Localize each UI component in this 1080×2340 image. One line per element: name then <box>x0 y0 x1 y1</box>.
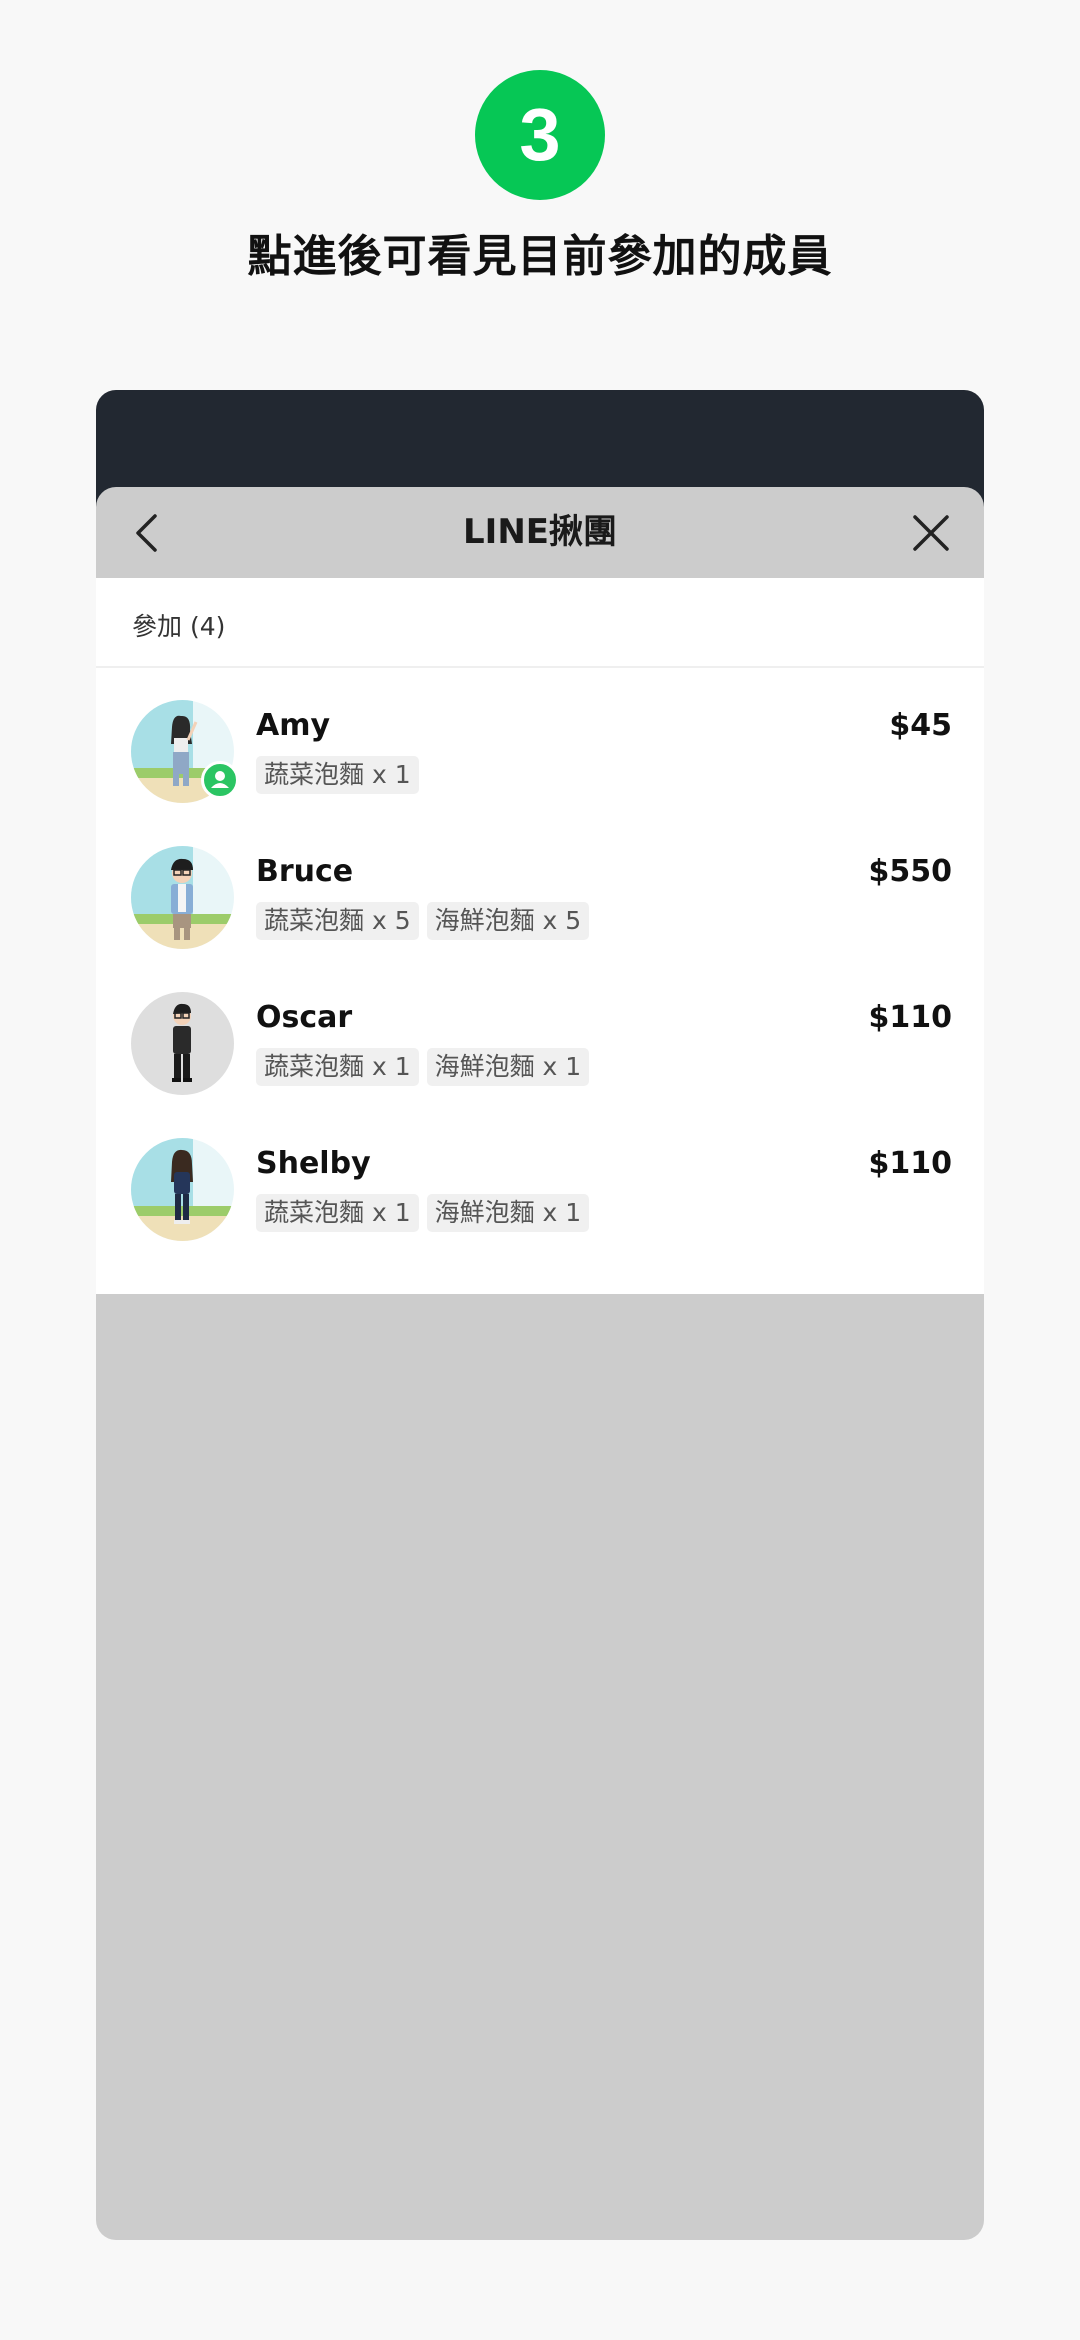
member-row-bruce[interactable]: Bruce $550 蔬菜泡麵 x 5 海鮮泡麵 x 5 <box>96 846 984 992</box>
member-name: Bruce <box>256 854 354 889</box>
divider <box>96 666 984 668</box>
order-item-tag: 海鮮泡麵 x 1 <box>426 1048 590 1086</box>
step-number-badge: 3 <box>475 70 605 200</box>
sheet-title: LINE揪團 <box>463 512 617 552</box>
order-item-tag: 蔬菜泡麵 x 1 <box>256 1048 419 1086</box>
order-items: 蔬菜泡麵 x 1 海鮮泡麵 x 1 <box>256 1048 590 1086</box>
participants-count-label: 參加 (4) <box>132 612 226 641</box>
member-row-amy[interactable]: Amy $45 蔬菜泡麵 x 1 <box>96 700 984 846</box>
avatar <box>131 1138 234 1241</box>
member-amount: $45 <box>889 708 952 743</box>
member-name: Amy <box>256 708 331 743</box>
order-item-tag: 蔬菜泡麵 x 1 <box>256 1194 419 1232</box>
phone-screen: LINE揪團 參加 (4) Amy $45 蔬菜泡麵 x 1 Bruce $55… <box>96 390 984 2240</box>
order-item-tag: 蔬菜泡麵 x 1 <box>256 756 419 794</box>
order-item-tag: 蔬菜泡麵 x 5 <box>256 902 419 940</box>
order-items: 蔬菜泡麵 x 1 <box>256 756 419 794</box>
order-item-tag: 海鮮泡麵 x 1 <box>426 1194 590 1232</box>
member-name: Shelby <box>256 1146 371 1181</box>
friend-badge-icon <box>201 761 239 799</box>
close-button[interactable] <box>908 510 954 556</box>
participants-panel: 參加 (4) Amy $45 蔬菜泡麵 x 1 Bruce $550 蔬菜泡麵 … <box>96 578 984 1294</box>
member-amount: $550 <box>868 854 953 889</box>
order-item-tag: 海鮮泡麵 x 5 <box>426 902 590 940</box>
member-amount: $110 <box>868 1000 953 1035</box>
member-amount: $110 <box>868 1146 953 1181</box>
step-caption: 點進後可看見目前參加的成員 <box>247 231 833 282</box>
member-row-oscar[interactable]: Oscar $110 蔬菜泡麵 x 1 海鮮泡麵 x 1 <box>96 992 984 1138</box>
member-name: Oscar <box>256 1000 353 1035</box>
order-items: 蔬菜泡麵 x 1 海鮮泡麵 x 1 <box>256 1194 590 1232</box>
sheet-header: LINE揪團 <box>96 487 984 578</box>
member-row-shelby[interactable]: Shelby $110 蔬菜泡麵 x 1 海鮮泡麵 x 1 <box>96 1138 984 1284</box>
close-icon <box>913 515 949 551</box>
avatar <box>131 992 234 1095</box>
chevron-left-icon <box>136 514 157 552</box>
order-items: 蔬菜泡麵 x 5 海鮮泡麵 x 5 <box>256 902 590 940</box>
back-button[interactable] <box>126 510 172 556</box>
avatar <box>131 846 234 949</box>
